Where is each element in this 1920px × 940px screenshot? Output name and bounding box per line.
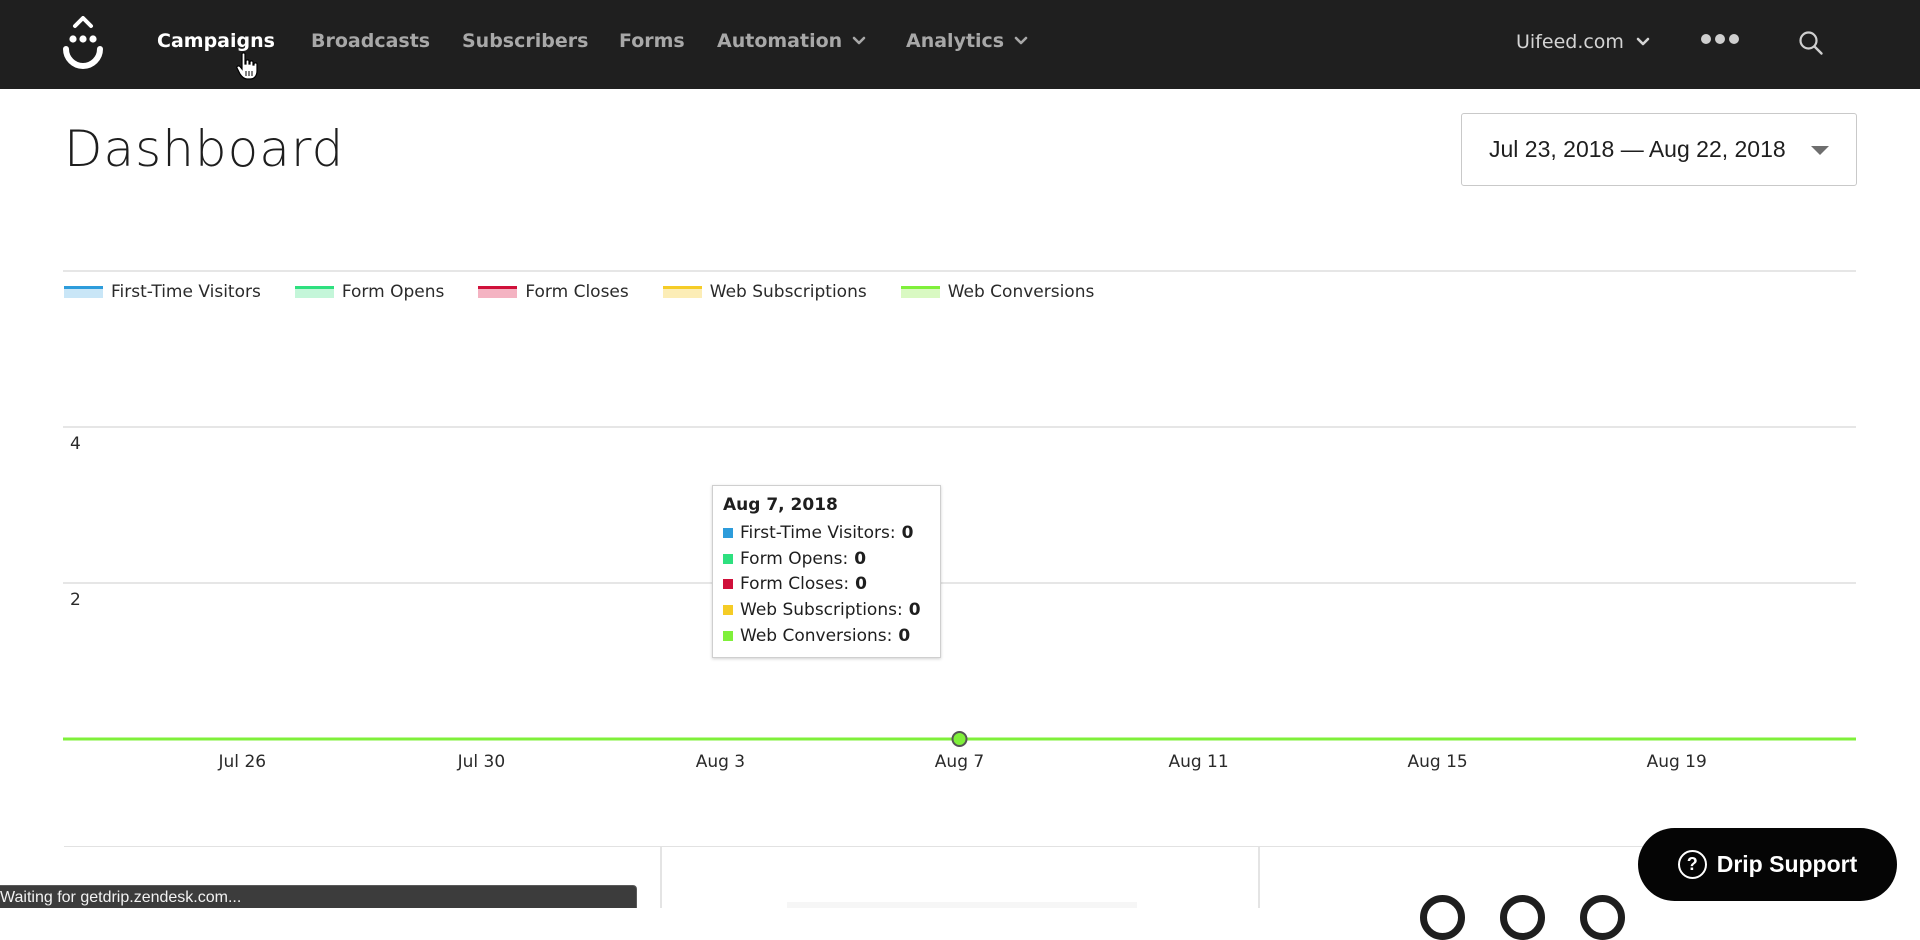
support-label: Drip Support bbox=[1716, 851, 1858, 877]
drip-support-button[interactable]: ? Drip Support bbox=[1638, 828, 1897, 901]
legend-label: Web Subscriptions bbox=[709, 282, 867, 302]
tooltip-series-name: Form Opens: bbox=[740, 548, 849, 569]
tooltip-series-value: 0 bbox=[854, 548, 867, 569]
legend-item[interactable]: Form Closes bbox=[478, 282, 629, 302]
tooltip-row: First-Time Visitors: 0 bbox=[723, 520, 930, 546]
chart-legend: First-Time Visitors Form Opens Form Closes… bbox=[64, 282, 1094, 302]
x-tick-label: Jul 30 bbox=[457, 752, 506, 772]
legend-swatch bbox=[294, 286, 334, 298]
series-color-swatch bbox=[723, 527, 733, 538]
x-tick-label: Jul 26 bbox=[218, 752, 267, 772]
series-color-swatch bbox=[723, 553, 733, 564]
browser-status-bar: Waiting for getdrip.zendesk.com... bbox=[0, 885, 637, 908]
tooltip-series-value: 0 bbox=[898, 625, 911, 646]
tooltip-row: Form Opens: 0 bbox=[723, 546, 930, 572]
hover-point[interactable] bbox=[951, 731, 968, 747]
card-divider bbox=[660, 847, 662, 908]
card-placeholder bbox=[787, 902, 1137, 908]
tooltip-series-name: Web Conversions: bbox=[740, 625, 893, 646]
legend-swatch bbox=[662, 286, 702, 298]
legend-label: First-Time Visitors bbox=[111, 282, 261, 302]
help-icon: ? bbox=[1677, 850, 1707, 879]
tooltip-series-value: 0 bbox=[855, 574, 867, 595]
y-tick-label: 4 bbox=[70, 434, 81, 454]
legend-label: Web Conversions bbox=[947, 282, 1095, 302]
y-tick-label: 2 bbox=[70, 590, 81, 610]
tooltip-series-name: First-Time Visitors: bbox=[740, 522, 896, 543]
x-tick-label: Aug 11 bbox=[1168, 752, 1229, 772]
tooltip-series-value: 0 bbox=[908, 599, 921, 620]
series-color-swatch bbox=[723, 579, 733, 590]
x-tick-label: Aug 7 bbox=[934, 752, 985, 772]
x-tick-label: Aug 15 bbox=[1407, 752, 1468, 772]
tooltip-row: Form Closes: 0 bbox=[723, 571, 930, 597]
legend-item[interactable]: Web Subscriptions bbox=[662, 282, 867, 302]
tooltip-series-value: 0 bbox=[901, 522, 914, 543]
chart-tooltip: Aug 7, 2018 First-Time Visitors: 0 Form Op… bbox=[712, 485, 941, 658]
card-divider bbox=[1258, 847, 1260, 908]
legend-label: Form Closes bbox=[525, 282, 629, 302]
x-tick-label: Aug 3 bbox=[695, 752, 746, 772]
tooltip-date: Aug 7, 2018 bbox=[723, 495, 838, 515]
series-color-swatch bbox=[723, 604, 733, 615]
chart-canvas bbox=[63, 270, 1856, 747]
legend-label: Form Opens bbox=[341, 282, 445, 302]
legend-item[interactable]: First-Time Visitors bbox=[64, 282, 261, 302]
legend-swatch bbox=[64, 286, 103, 298]
stat-value-partial bbox=[1420, 895, 1625, 940]
x-tick-label: Aug 19 bbox=[1646, 752, 1707, 772]
tooltip-row: Web Conversions: 0 bbox=[723, 623, 930, 649]
section-divider bbox=[64, 846, 1857, 847]
tooltip-row: Web Subscriptions: 0 bbox=[723, 597, 930, 623]
series-color-swatch bbox=[723, 630, 733, 641]
tooltip-series-name: Form Closes: bbox=[740, 574, 850, 595]
legend-item[interactable]: Form Opens bbox=[294, 282, 445, 302]
legend-item[interactable]: Web Conversions bbox=[900, 282, 1095, 302]
legend-swatch bbox=[900, 286, 940, 298]
legend-swatch bbox=[478, 286, 518, 298]
dashboard-chart: First-Time Visitors Form Opens Form Closes… bbox=[0, 0, 1920, 800]
tooltip-series-name: Web Subscriptions: bbox=[740, 599, 903, 620]
